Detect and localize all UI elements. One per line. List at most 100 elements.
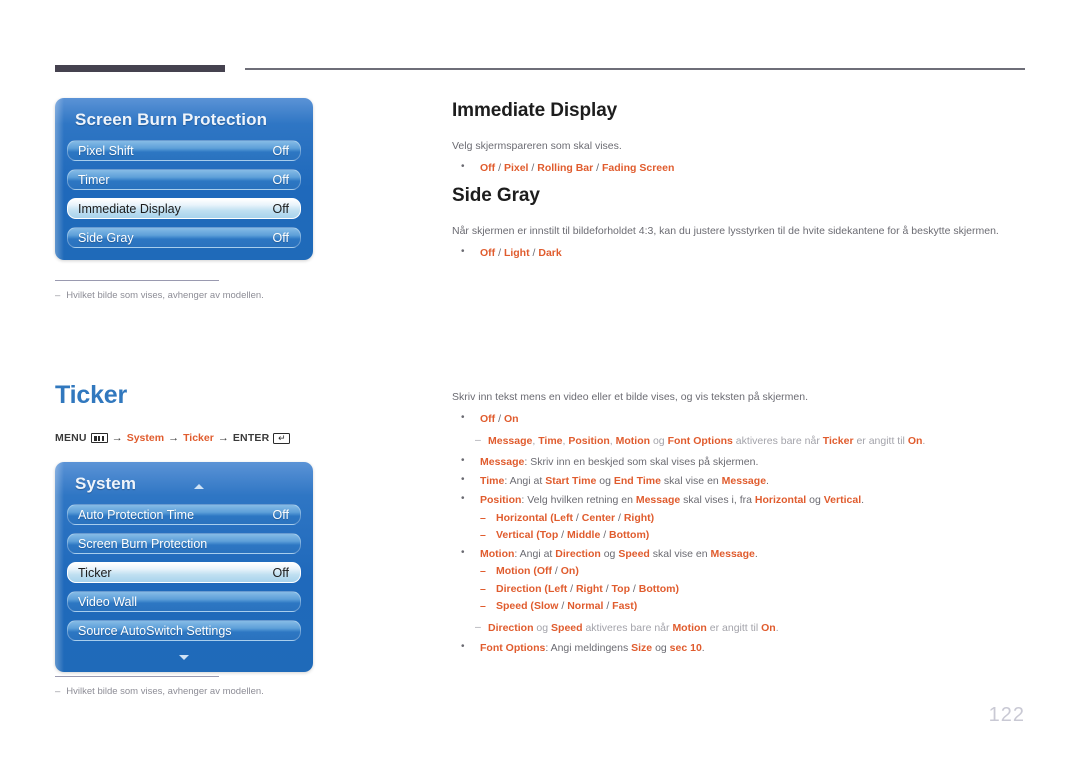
text: skal vises i, fra — [680, 494, 755, 507]
option-list-item: Off / Light / Dark — [452, 244, 1027, 261]
breadcrumb-item-system[interactable]: System — [127, 432, 164, 444]
option-list-item-message: Message: Skriv inn en beskjed som skal v… — [452, 453, 1027, 470]
option-off: Off — [480, 413, 496, 426]
option-separator: / — [603, 599, 613, 612]
section-description: Når skjermen er innstilt til bildeforhol… — [452, 225, 999, 237]
text: . — [861, 494, 865, 507]
option-normal: Normal — [567, 599, 604, 612]
term-position: Position — [568, 435, 610, 448]
text: : Angi meldingens — [545, 642, 632, 655]
sub-option-motion: Motion (Off / On) — [452, 563, 1027, 580]
osd-row-video-wall[interactable]: Video Wall — [67, 591, 301, 612]
term-on: On — [907, 435, 923, 448]
option-off: Off — [536, 565, 552, 578]
page-title-ticker: Ticker — [55, 381, 128, 409]
option-separator: / — [567, 582, 576, 595]
text: . — [922, 435, 926, 448]
breadcrumb-item-ticker[interactable]: Ticker — [183, 432, 214, 444]
text: og — [596, 475, 614, 488]
note-motion-dependency: Direction og Speed aktiveres bare når Mo… — [452, 619, 1027, 636]
osd-row-label: Auto Protection Time — [78, 507, 195, 522]
osd-row-pixel-shift[interactable]: Pixel Shift Off — [67, 140, 301, 161]
scroll-down-container[interactable] — [67, 649, 301, 660]
option-left: Left — [547, 582, 568, 595]
osd-row-source-autoswitch-settings[interactable]: Source AutoSwitch Settings — [67, 620, 301, 641]
osd-row-value: Off — [272, 172, 289, 187]
footnote-dash-icon: – — [55, 290, 61, 302]
osd-row-screen-burn-protection[interactable]: Screen Burn Protection — [67, 533, 301, 554]
term-direction: Direction — [496, 582, 542, 595]
text: skal vise en — [649, 548, 711, 561]
section-heading-immediate-display: Immediate Display — [452, 100, 618, 121]
term-position: Position — [480, 494, 522, 507]
options-list-side-gray: Off / Light / Dark — [452, 244, 1027, 261]
paren: ) — [645, 528, 650, 541]
footnote-label: Hvilket bilde som vises, avhenger av mod… — [66, 686, 264, 698]
term-horizontal: Horizontal — [754, 494, 807, 507]
term-size: Size — [631, 642, 653, 655]
text: : Angi at — [504, 475, 546, 488]
option-list-item: Off / Pixel / Rolling Bar / Fading Scree… — [452, 159, 1027, 176]
osd-row-ticker[interactable]: Ticker Off — [67, 562, 301, 583]
note-ticker-dependency: Message, Time, Position, Motion og Font … — [452, 432, 1027, 449]
term-on: On — [761, 622, 776, 635]
menu-icon — [90, 433, 108, 443]
option-right: Right — [623, 511, 651, 524]
arrow-right-icon: → — [217, 432, 229, 444]
osd-row-value: Off — [272, 143, 289, 158]
text: aktiveres bare når — [582, 622, 673, 635]
paren: ) — [633, 599, 638, 612]
options-list-immediate-display: Off / Pixel / Rolling Bar / Fading Scree… — [452, 159, 1027, 176]
footnote-block-2: – Hvilket bilde som vises, avhenger av m… — [55, 676, 355, 699]
osd-panel-title: Screen Burn Protection — [75, 110, 268, 129]
text: . — [775, 622, 779, 635]
osd-row-timer[interactable]: Timer Off — [67, 169, 301, 190]
option-fast: Fast — [612, 599, 634, 612]
option-separator: / — [600, 528, 610, 541]
text: . — [701, 642, 705, 655]
sub-option-vertical: Vertical (Top / Middle / Bottom) — [452, 527, 1027, 544]
scroll-up-icon[interactable] — [194, 484, 204, 489]
term-direction: Direction — [488, 622, 534, 635]
option-separator: / — [558, 528, 568, 541]
term-vertical: Vertical — [823, 494, 862, 507]
osd-panel-screen-burn-protection: Screen Burn Protection Pixel Shift Off T… — [55, 98, 313, 260]
term-sec-10: sec 10 — [669, 642, 702, 655]
option-slow: Slow — [533, 599, 559, 612]
arrow-right-icon: → — [168, 432, 180, 444]
term-motion: Motion — [480, 548, 515, 561]
text: skal vise en — [660, 475, 722, 488]
option-separator: / — [615, 511, 624, 524]
osd-panel-title-label: System — [75, 474, 137, 493]
footnote-text-2: – Hvilket bilde som vises, avhenger av m… — [55, 686, 355, 698]
option-separator: / — [495, 162, 504, 175]
osd-row-side-gray[interactable]: Side Gray Off — [67, 227, 301, 248]
term-speed: Speed — [496, 599, 528, 612]
term-time: Time — [480, 475, 505, 488]
term-vertical: Vertical — [496, 528, 534, 541]
osd-row-immediate-display[interactable]: Immediate Display Off — [67, 198, 301, 219]
paren: ) — [650, 511, 655, 524]
option-separator: / — [593, 162, 603, 175]
section-side-gray: Side Gray Når skjermen er innstilt til b… — [452, 185, 1027, 261]
option-separator: / — [552, 565, 561, 578]
text: er angitt til — [706, 622, 762, 635]
text: . — [754, 548, 758, 561]
term-direction: Direction — [555, 548, 601, 561]
scroll-down-icon[interactable] — [179, 655, 189, 660]
option-separator: / — [630, 582, 639, 595]
osd-row-auto-protection-time[interactable]: Auto Protection Time Off — [67, 504, 301, 525]
term-motion: Motion — [615, 435, 651, 448]
option-pixel: Pixel — [503, 162, 529, 175]
footnote-text-1: – Hvilket bilde som vises, avhenger av m… — [55, 290, 355, 302]
breadcrumb-menu-label: MENU — [55, 432, 87, 444]
footnote-label: Hvilket bilde som vises, avhenger av mod… — [66, 290, 264, 302]
footnote-block-1: – Hvilket bilde som vises, avhenger av m… — [55, 280, 355, 303]
text: og — [533, 622, 552, 635]
option-list-item-time: Time: Angi at Start Time og End Time ska… — [452, 472, 1027, 489]
paren: ) — [575, 565, 579, 578]
term-message: Message — [710, 548, 755, 561]
text: og — [600, 548, 619, 561]
option-list-item-motion: Motion: Angi at Direction og Speed skal … — [452, 545, 1027, 562]
option-rolling-bar: Rolling Bar — [537, 162, 594, 175]
